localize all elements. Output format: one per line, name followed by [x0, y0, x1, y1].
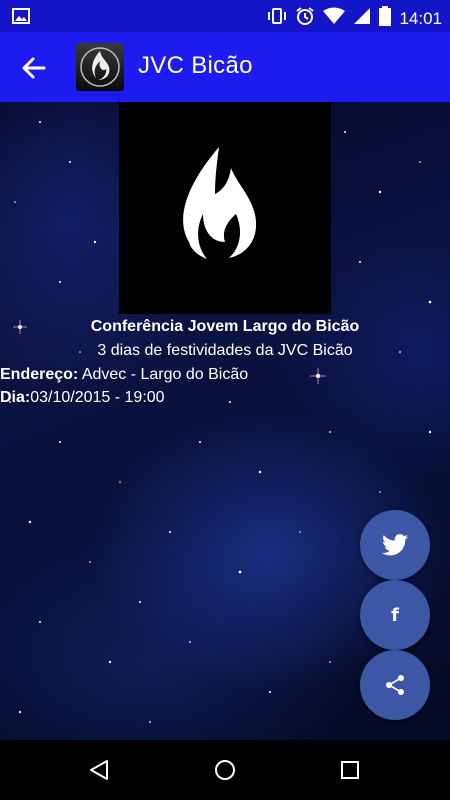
recent-square-icon: [341, 761, 359, 779]
event-title: Conferência Jovem Largo do Bicão: [90, 318, 360, 335]
address-label: Endereço:: [0, 366, 79, 383]
address-value: Advec - Largo do Bicão: [78, 366, 249, 383]
share-icon: [386, 675, 404, 695]
signal-icon: [353, 7, 371, 30]
event-date: Dia:03/10/2015 - 19:00: [0, 389, 165, 407]
status-bar: 14:01: [0, 0, 450, 32]
battery-icon: [379, 6, 392, 31]
app-title: JVC Bicão: [138, 52, 253, 79]
flame-logo-icon: [80, 47, 120, 87]
nav-recent-button[interactable]: [338, 758, 362, 782]
status-time: 14:01: [399, 8, 442, 28]
event-content: Conferência Jovem Largo do Bicão 3 dias …: [0, 102, 450, 740]
flame-logo-icon: [183, 147, 257, 259]
date-label: Dia:: [0, 389, 31, 406]
image-notification-icon: [12, 8, 30, 29]
twitter-icon: [382, 534, 408, 556]
event-image: [119, 102, 331, 314]
date-value: 03/10/2015 - 19:00: [30, 389, 165, 406]
vibrate-icon: [267, 7, 287, 30]
share-button[interactable]: [360, 650, 430, 720]
nav-back-button[interactable]: [87, 758, 111, 782]
arrow-back-icon: [22, 57, 46, 79]
home-circle-icon: [215, 760, 235, 780]
app-bar: JVC Bicão: [0, 32, 450, 102]
wifi-icon: [323, 7, 346, 30]
nav-home-button[interactable]: [213, 758, 237, 782]
alarm-icon: [295, 6, 315, 31]
facebook-icon: f: [391, 604, 399, 626]
facebook-share-button[interactable]: f: [360, 580, 430, 650]
status-icons: 14:01: [267, 6, 442, 31]
event-address: Endereço: Advec - Largo do Bicão: [0, 366, 248, 384]
back-button[interactable]: [18, 52, 50, 84]
navigation-bar: [0, 740, 450, 800]
app-logo: [76, 43, 124, 91]
twitter-share-button[interactable]: [360, 510, 430, 580]
event-subtitle: 3 dias de festividades da JVC Bicão: [97, 342, 353, 359]
back-triangle-icon: [90, 760, 108, 780]
